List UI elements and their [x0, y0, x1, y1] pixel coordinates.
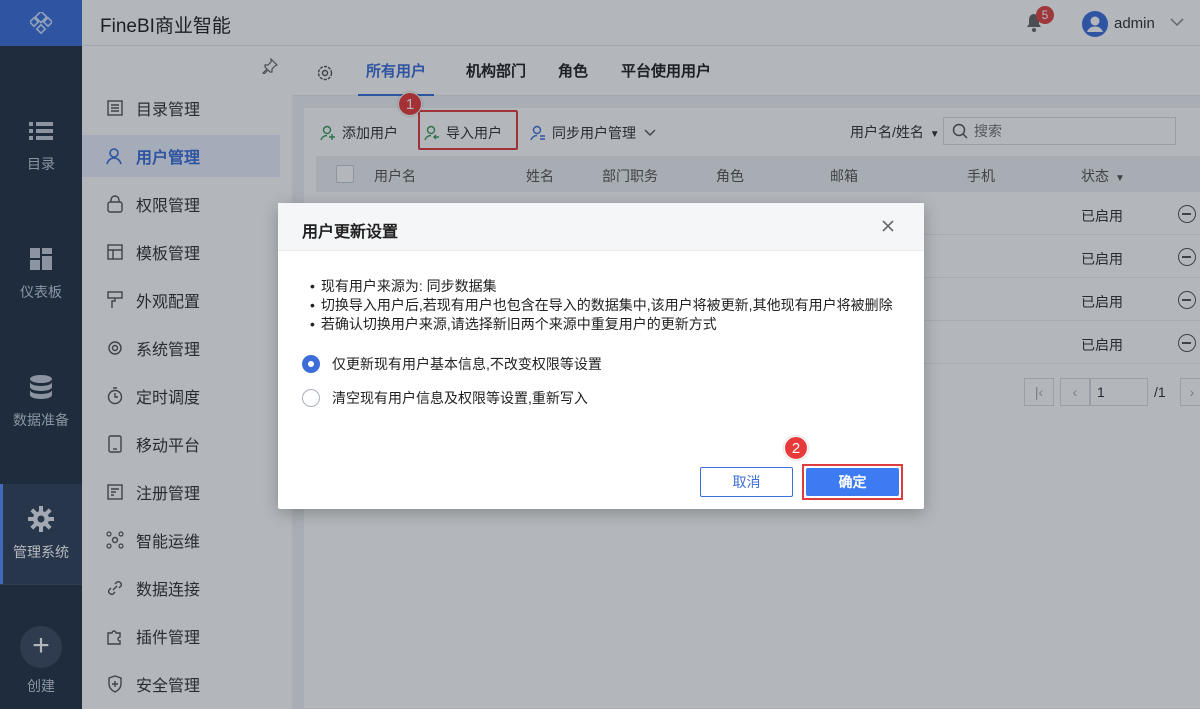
note-item: 现有用户来源为: 同步数据集	[310, 277, 893, 296]
option-label: 仅更新现有用户基本信息,不改变权限等设置	[332, 356, 602, 372]
user-update-settings-dialog: 用户更新设置 现有用户来源为: 同步数据集 切换导入用户后,若现有用户也包含在导…	[278, 203, 924, 509]
dialog-title: 用户更新设置	[302, 224, 399, 241]
radio-checked[interactable]	[302, 355, 320, 373]
close-icon[interactable]	[880, 218, 896, 234]
radio-unchecked[interactable]	[302, 389, 320, 407]
dialog-notes: 现有用户来源为: 同步数据集 切换导入用户后,若现有用户也包含在导入的数据集中,…	[310, 277, 893, 334]
option-update-basic-info[interactable]: 仅更新现有用户基本信息,不改变权限等设置	[302, 353, 602, 375]
note-item: 切换导入用户后,若现有用户也包含在导入的数据集中,该用户将被更新,其他现有用户将…	[310, 296, 893, 315]
confirm-button[interactable]: 确定	[806, 468, 899, 496]
option-clear-and-rewrite[interactable]: 清空现有用户信息及权限等设置,重新写入	[302, 387, 588, 409]
step-badge-2: 2	[784, 436, 808, 460]
dialog-header: 用户更新设置	[278, 203, 924, 251]
cancel-button[interactable]: 取消	[700, 467, 793, 497]
option-label: 清空现有用户信息及权限等设置,重新写入	[332, 390, 588, 406]
note-item: 若确认切换用户来源,请选择新旧两个来源中重复用户的更新方式	[310, 315, 893, 334]
